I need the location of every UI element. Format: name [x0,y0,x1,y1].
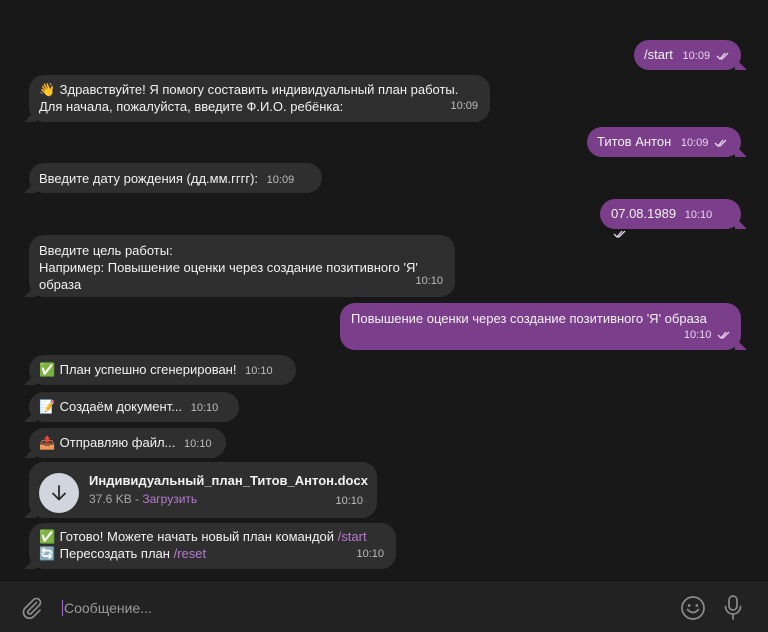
message-input[interactable] [64,599,664,617]
message-text: 07.08.1989 [611,206,677,221]
microphone-icon[interactable] [722,594,744,622]
message-time: 10:10 [684,209,713,221]
memo-icon: 📝 [39,399,56,414]
check-mark-icon: ✅ [39,362,56,377]
outbox-tray-icon: 📤 [39,435,56,450]
text-caret [62,600,63,616]
download-link[interactable]: Загрузить [142,492,197,506]
message-time: 10:09 [450,100,478,112]
message-text: Создаём документ... [59,399,183,414]
message-text: /start [644,47,673,62]
message-text: образа [39,277,82,292]
message-text: Например: Повышение оценки через создани… [39,260,418,275]
scrollbar[interactable] [756,0,760,582]
message-text: План успешно сгенерирован! [59,362,237,377]
download-button[interactable] [39,473,79,513]
double-check-icon [714,139,727,147]
message-time: 10:10 [356,548,384,560]
message-incoming[interactable]: Введите дату рождения (дд.мм.гггг): 10:0… [29,163,322,193]
message-text: Повышение оценки через создание позитивн… [351,311,707,326]
smiley-icon[interactable] [680,595,706,621]
message-file[interactable]: Индивидуальный_план_Титов_Антон.docx 37.… [29,462,377,518]
file-separator: - [131,492,143,506]
message-text: Здравствуйте! Я помогу составить индивид… [59,82,459,97]
message-outgoing[interactable]: Повышение оценки через создание позитивн… [340,303,741,350]
message-time: 10:10 [335,495,363,507]
message-incoming[interactable]: 👋 Здравствуйте! Я помогу составить индив… [29,75,490,122]
message-time: 10:10 [190,402,219,414]
message-incoming[interactable]: ✅ Готово! Можете начать новый план коман… [29,523,396,569]
message-outgoing[interactable]: /start 10:09 [634,40,741,70]
message-time: 10:10 [683,329,712,341]
repeat-icon: 🔄 [39,546,56,561]
message-incoming[interactable]: Введите цель работы: Например: Повышение… [29,235,455,297]
check-mark-icon: ✅ [39,529,56,544]
message-time: 10:09 [682,50,711,62]
file-size: 37.6 KB [89,492,132,506]
message-time: 10:09 [266,174,295,186]
message-text: Для начала, пожалуйста, введите Ф.И.О. р… [39,99,344,114]
command-link-start[interactable]: /start [338,529,367,544]
double-check-icon [613,230,626,238]
message-text: Пересоздать план [59,546,174,561]
paperclip-icon[interactable] [20,596,44,620]
message-incoming[interactable]: 📤 Отправляю файл... 10:10 [29,428,226,458]
double-check-icon [716,52,729,60]
message-time: 10:10 [415,275,443,287]
message-text: Готово! Можете начать новый план командо… [59,529,338,544]
message-outgoing[interactable]: 07.08.1989 10:10 [600,199,741,238]
message-text: Титов Антон [597,134,672,149]
message-incoming[interactable]: 📝 Создаём документ... 10:10 [29,392,239,422]
arrow-down-icon [52,485,66,501]
command-link-reset[interactable]: /reset [174,546,207,561]
message-text: Введите дату рождения (дд.мм.гггг): [39,171,259,186]
chat-history[interactable]: /start 10:09 👋 Здравствуйте! Я помогу со… [0,0,768,582]
message-time: 10:10 [184,438,212,450]
waving-hand-icon: 👋 [39,82,56,97]
message-time: 10:10 [245,365,273,377]
message-incoming[interactable]: ✅ План успешно сгенерирован! 10:10 [29,355,296,385]
message-time: 10:09 [680,137,709,149]
double-check-icon [717,331,730,339]
message-text: Отправляю файл... [59,435,176,450]
message-outgoing[interactable]: Титов Антон 10:09 [587,127,741,157]
message-text: Введите цель работы: [39,243,173,258]
file-name[interactable]: Индивидуальный_план_Титов_Антон.docx [89,472,368,489]
